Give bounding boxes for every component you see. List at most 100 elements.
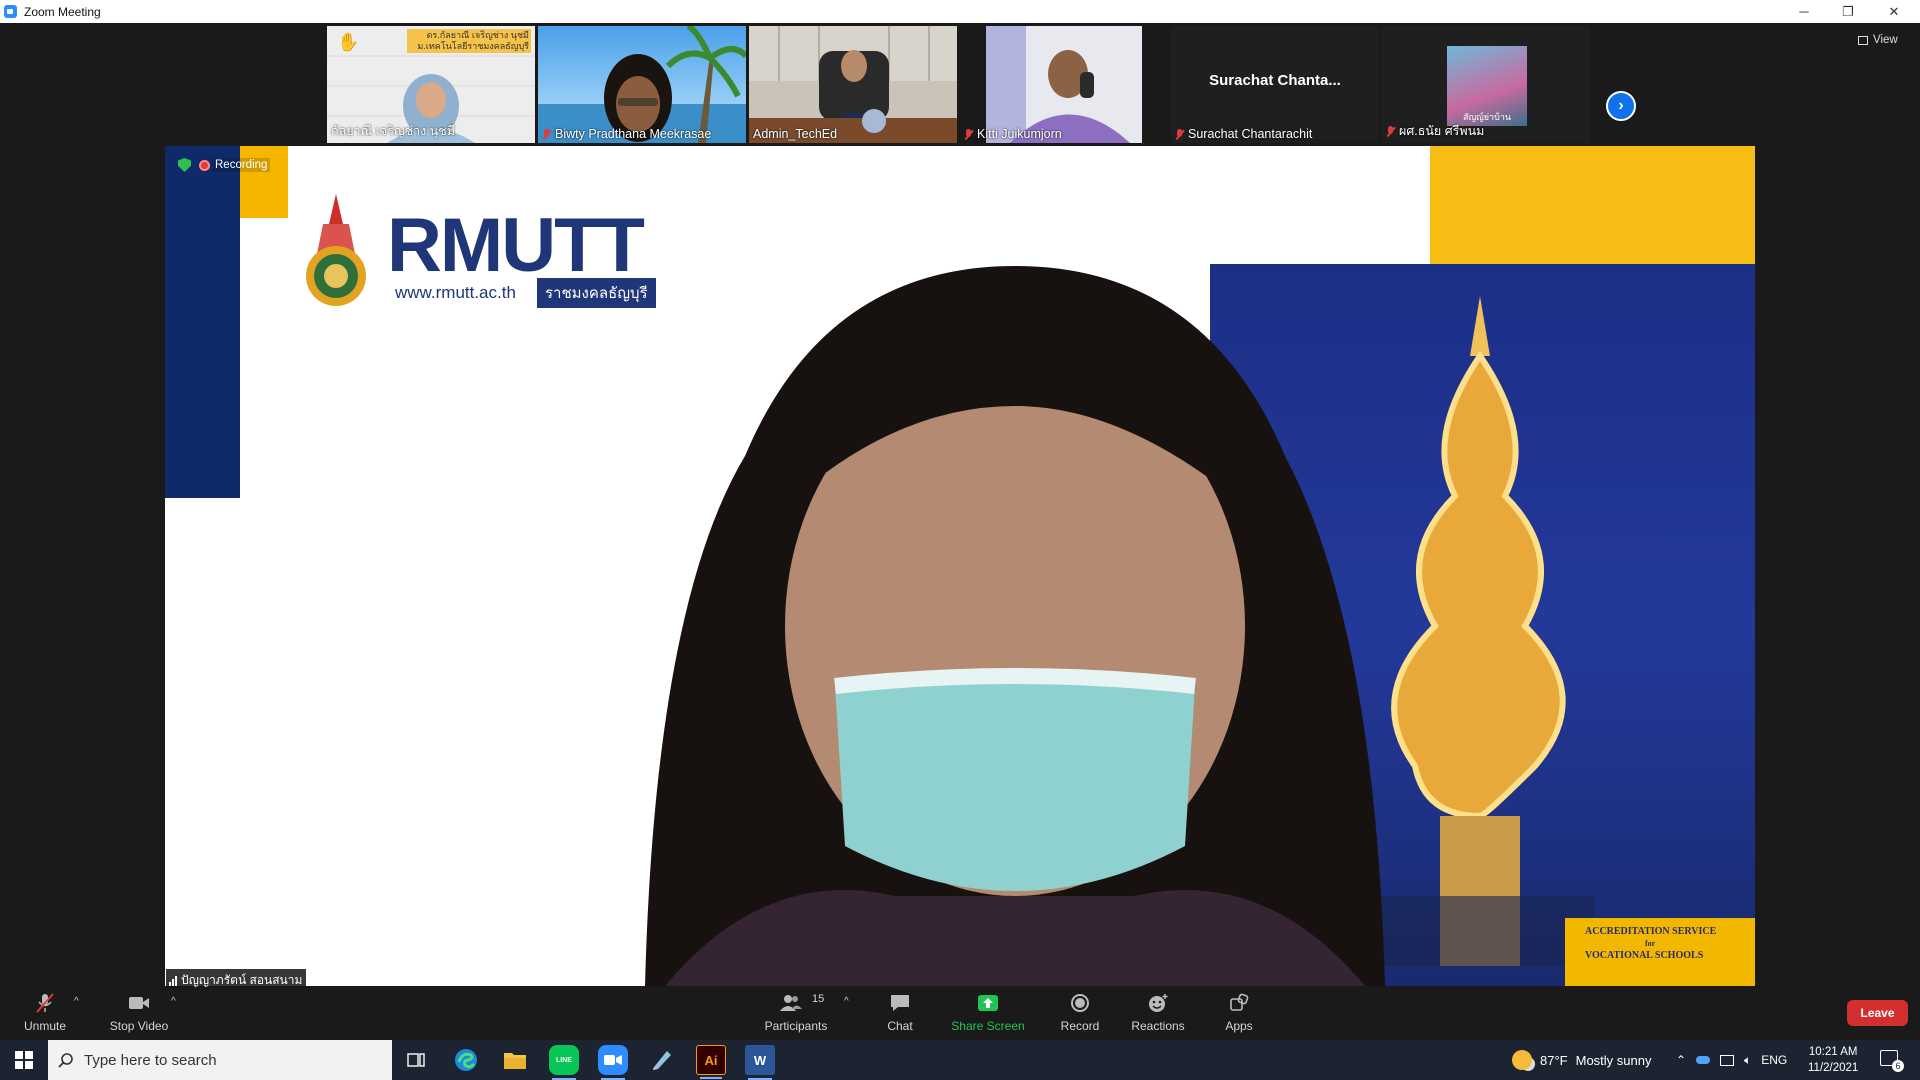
taskbar-search-box[interactable]: Type here to search	[48, 1040, 392, 1080]
muted-mic-icon	[964, 128, 973, 140]
reactions-button[interactable]: Reactions	[1130, 987, 1186, 1039]
raised-hand-icon: ✋	[337, 32, 360, 52]
window-titlebar: Zoom Meeting ─ ❐ ✕	[0, 0, 1920, 23]
record-icon	[1071, 994, 1089, 1012]
background-navy-bar	[165, 146, 240, 498]
participant-name-label: ผศ.ธนัย ศรีพนม	[1386, 121, 1484, 141]
windows-start-button[interactable]	[0, 1040, 48, 1080]
restore-button[interactable]: ❐	[1826, 0, 1870, 23]
apps-button[interactable]: Apps	[1219, 987, 1259, 1039]
participant-video	[986, 26, 1142, 143]
participant-tile[interactable]: Surachat Chanta... Surachat Chantarachit	[1171, 26, 1379, 143]
speaker-person	[645, 266, 1385, 986]
banner-line3: VOCATIONAL SCHOOLS	[1585, 950, 1704, 961]
participant-name: Surachat Chantarachit	[1188, 127, 1313, 141]
unmute-button[interactable]: Unmute	[18, 987, 72, 1039]
participant-name-label: Kitti Juikumjorn	[964, 127, 1062, 141]
active-speaker-video[interactable]: RMUTT www.rmutt.ac.th ราชมงคลธัญบุรี ACC…	[165, 146, 1755, 986]
participant-tile[interactable]: Kitti Juikumjorn	[960, 26, 1168, 143]
participant-avatar: สัญญ์ย่าบ้าน	[1447, 46, 1527, 126]
participants-options-caret[interactable]: ^	[844, 996, 849, 1007]
participant-video	[749, 26, 957, 143]
onedrive-cloud-icon[interactable]	[1696, 1056, 1711, 1064]
taskbar-clock[interactable]: 10:21 AM 11/2/2021	[1808, 1044, 1858, 1076]
participant-name: กัลยาณี เจริญช่าง นุชมี	[331, 124, 455, 138]
record-label: Record	[1060, 1019, 1100, 1033]
participants-button[interactable]: 15 Participants	[760, 987, 832, 1039]
notification-count: 6	[1892, 1060, 1904, 1072]
muted-mic-icon	[36, 993, 54, 1013]
banner-line2: for	[1645, 939, 1656, 948]
chat-label: Chat	[887, 1019, 913, 1033]
participant-strip: ดร.กัลยาณี เจริญช่าง นุชมี ม.เทคโนโลยีรา…	[0, 23, 1920, 145]
network-icon[interactable]	[1720, 1054, 1735, 1066]
background-yellow-block	[1430, 146, 1755, 264]
participant-name-label: กัลยาณี เจริญช่าง นุชมี	[331, 121, 455, 141]
accreditation-banner: ACCREDITATION SERVICE for VOCATIONAL SCH…	[1565, 918, 1755, 986]
recording-label: Recording	[212, 158, 271, 172]
tray-chevron-up-icon[interactable]: ⌃	[1676, 1053, 1686, 1067]
view-button[interactable]: View	[1858, 34, 1898, 46]
participants-icon	[780, 995, 802, 1011]
record-button[interactable]: Record	[1055, 987, 1105, 1039]
muted-mic-icon	[1386, 125, 1395, 137]
participant-video	[538, 26, 746, 143]
apps-label: Apps	[1225, 1019, 1253, 1033]
share-screen-label: Share Screen	[951, 1019, 1025, 1033]
participant-tile[interactable]: ดร.กัลยาณี เจริญช่าง นุชมี ม.เทคโนโลยีรา…	[327, 26, 535, 143]
zoom-app-icon	[4, 5, 17, 18]
file-explorer-icon[interactable]	[500, 1045, 530, 1075]
video-camera-icon	[129, 997, 149, 1009]
muted-mic-icon	[1175, 128, 1184, 140]
chevron-right-icon[interactable]: ›	[1606, 91, 1636, 121]
notes-app-icon[interactable]	[647, 1045, 677, 1075]
share-screen-icon	[978, 995, 998, 1011]
participant-name-label: Biwty Pradthana Meekrasae	[542, 127, 711, 141]
participant-name: ผศ.ธนัย ศรีพนม	[1399, 124, 1485, 138]
participant-tile[interactable]: Biwty Pradthana Meekrasae	[538, 26, 746, 143]
banner-line1: ACCREDITATION SERVICE	[1585, 926, 1717, 937]
stop-video-label: Stop Video	[109, 1019, 169, 1033]
participant-name: Kitti Juikumjorn	[977, 127, 1062, 141]
volume-icon[interactable]: 🔈︎	[1744, 1053, 1751, 1068]
system-tray: ⌃ 🔈︎ ENG	[1676, 1040, 1787, 1080]
stop-video-button[interactable]: Stop Video	[104, 987, 174, 1039]
recording-dot-icon	[199, 159, 210, 171]
share-screen-button[interactable]: Share Screen	[948, 987, 1028, 1039]
security-shield-icon[interactable]	[178, 158, 191, 172]
edge-browser-icon[interactable]	[451, 1045, 481, 1075]
recording-indicator[interactable]: Recording	[178, 158, 271, 172]
notification-center-icon[interactable]: 6	[1880, 1050, 1904, 1072]
tile-banner-line1: ดร.กัลยาณี เจริญช่าง นุชมี	[426, 30, 529, 40]
chat-button[interactable]: Chat	[875, 987, 925, 1039]
word-app-icon[interactable]: W	[745, 1045, 775, 1080]
participant-tile[interactable]: สัญญ์ย่าบ้าน ผศ.ธนัย ศรีพนม	[1382, 26, 1590, 143]
meeting-toolbar: Unmute ^ Stop Video ^ 15 Participants ^ …	[0, 987, 1920, 1039]
close-button[interactable]: ✕	[1872, 0, 1916, 23]
input-language[interactable]: ENG	[1761, 1053, 1787, 1067]
rmutt-emblem-icon	[306, 194, 366, 306]
windows-taskbar: Type here to search LINE Ai W 87°F Mostl…	[0, 1040, 1920, 1080]
clock-date: 11/2/2021	[1808, 1062, 1859, 1074]
weather-widget[interactable]: 87°F Mostly sunny	[1512, 1040, 1651, 1080]
participant-name: Biwty Pradthana Meekrasae	[555, 127, 712, 141]
line-app-icon[interactable]: LINE	[549, 1045, 579, 1080]
participant-name-label: Surachat Chantarachit	[1175, 127, 1312, 141]
zoom-app-icon[interactable]	[598, 1045, 628, 1080]
search-icon	[58, 1053, 73, 1068]
illustrator-app-icon[interactable]: Ai	[696, 1045, 726, 1079]
leave-button[interactable]: Leave	[1847, 1000, 1908, 1026]
audio-options-caret[interactable]: ^	[74, 996, 79, 1007]
weather-description: Mostly sunny	[1575, 1052, 1652, 1068]
weather-temperature: 87°F	[1540, 1052, 1568, 1068]
task-view-icon[interactable]	[401, 1045, 431, 1075]
reactions-smiley-icon	[1149, 994, 1168, 1012]
apps-icon	[1230, 993, 1249, 1011]
participants-label: Participants	[764, 1019, 828, 1033]
window-title: Zoom Meeting	[24, 4, 101, 19]
muted-mic-icon	[542, 128, 551, 140]
minimize-button[interactable]: ─	[1782, 0, 1826, 23]
participant-tile[interactable]: Admin_TechEd	[749, 26, 957, 143]
rmutt-url: www.rmutt.ac.th	[395, 283, 516, 302]
video-options-caret[interactable]: ^	[171, 996, 176, 1007]
